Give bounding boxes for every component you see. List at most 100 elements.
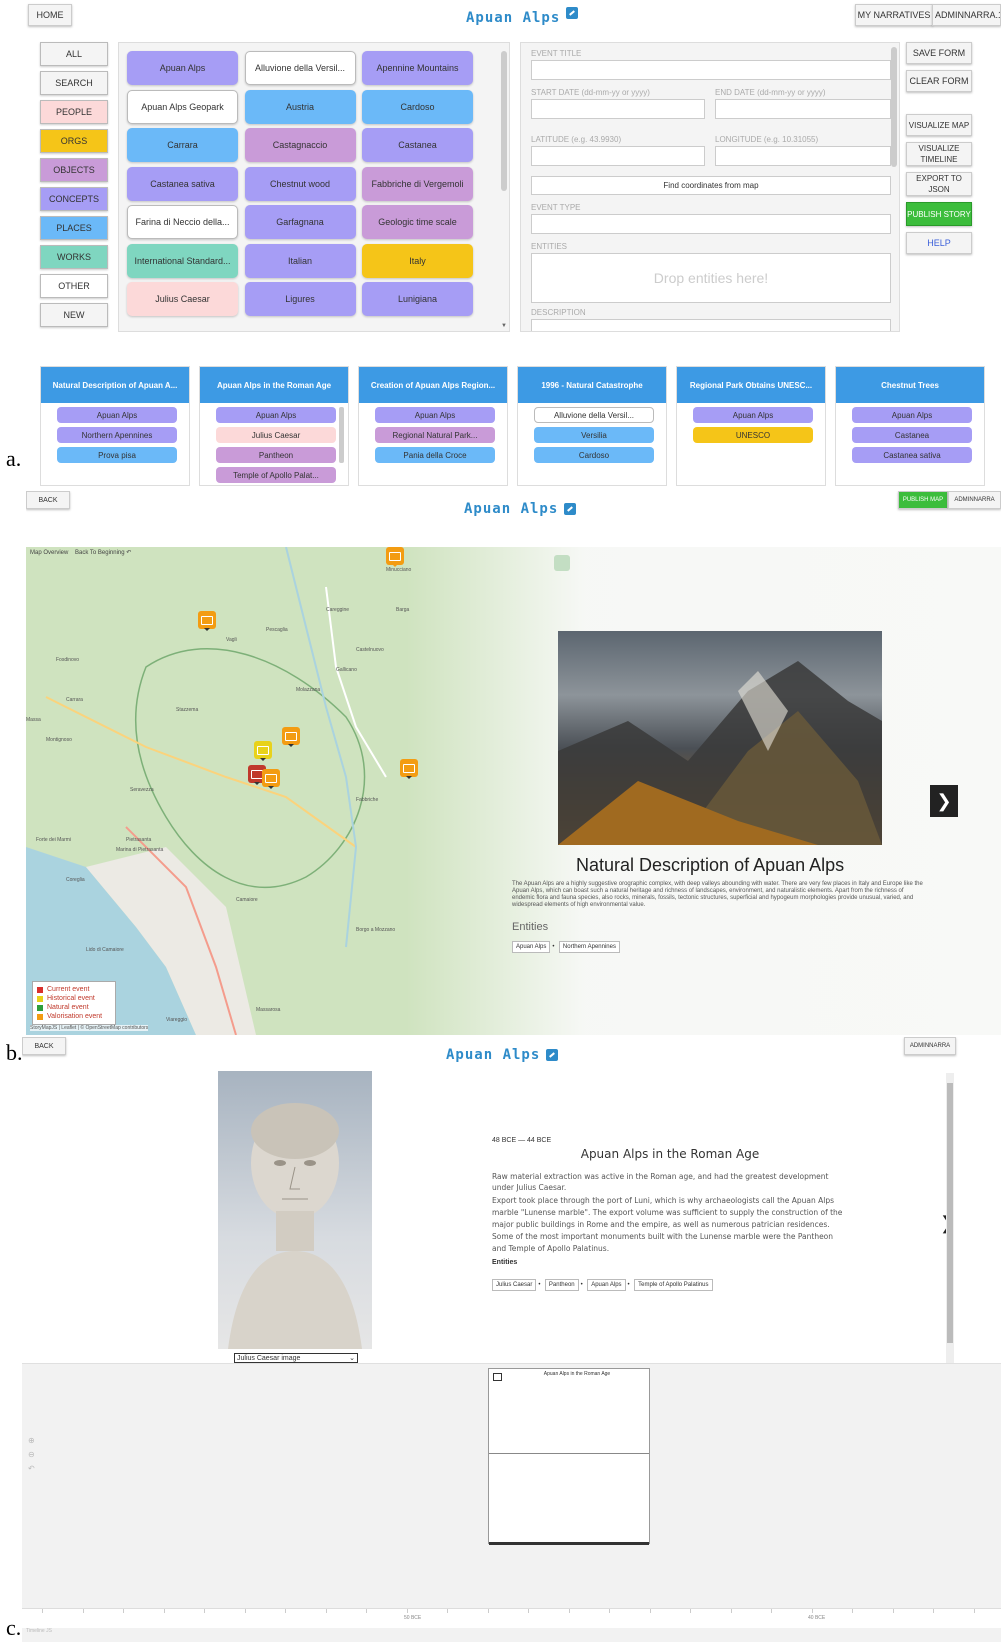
entity-chip[interactable]: Apuan Alps	[127, 51, 238, 85]
entity-chip[interactable]: Italian	[244, 243, 356, 278]
entity-chip[interactable]: Apuan Alps Geopark	[127, 89, 238, 124]
event-card-entity[interactable]: Pantheon	[216, 447, 336, 463]
entity-chip[interactable]: Lunigiana	[362, 282, 473, 316]
content-scrollbar[interactable]	[946, 1073, 954, 1363]
event-card[interactable]: Apuan Alps in the Roman Age Apuan Alps Jul…	[199, 366, 349, 486]
entity-chip[interactable]: Julius Caesar	[127, 282, 238, 316]
entity-chip[interactable]: Apennine Mountains	[362, 51, 473, 85]
entity-tag[interactable]: Northern Apennines	[558, 941, 620, 953]
entity-chip[interactable]: International Standard...	[127, 243, 238, 278]
publish-story-button[interactable]: PUBLISH STORY	[906, 202, 972, 226]
entity-chip[interactable]: Ligures	[244, 282, 356, 316]
zoom-out-icon[interactable]: ⊖	[28, 1450, 35, 1459]
save-form-button[interactable]: SAVE FORM	[906, 42, 972, 64]
map-pin-icon[interactable]	[554, 555, 570, 571]
event-card-entity[interactable]: Julius Caesar	[216, 427, 336, 443]
event-card-entity[interactable]: Apuan Alps	[852, 407, 972, 423]
map-area[interactable]: Massa Montignoso Seravezza Pietrasanta Camai…	[26, 547, 1001, 1035]
entity-chip[interactable]: Alluvione della Versil...	[244, 51, 356, 85]
back-to-start-icon[interactable]: ↶	[28, 1464, 35, 1473]
event-card-entity[interactable]: Apuan Alps	[57, 407, 177, 423]
marker-historical[interactable]	[254, 741, 272, 761]
filter-concepts[interactable]: CONCEPTS	[40, 187, 108, 211]
visualize-timeline-button[interactable]: VISUALIZE TIMELINE	[906, 142, 972, 166]
entity-chip[interactable]: Cardoso	[362, 89, 473, 124]
palette-scrollbar[interactable]	[501, 51, 507, 191]
marker-valorisation[interactable]	[386, 547, 404, 567]
event-card-entity[interactable]: Apuan Alps	[693, 407, 813, 423]
form-scrollbar[interactable]	[891, 47, 897, 167]
event-card[interactable]: 1996 - Natural Catastrophe Alluvione dell…	[517, 366, 667, 486]
event-card-entity[interactable]: Versilia	[534, 427, 654, 443]
entity-chip[interactable]: Castagnaccio	[244, 128, 356, 162]
next-slide-button[interactable]: ❯	[930, 785, 958, 817]
find-coordinates-button[interactable]: Find coordinates from map	[531, 176, 891, 195]
event-card-scrollbar[interactable]	[339, 407, 344, 463]
filter-search[interactable]: SEARCH	[40, 71, 108, 95]
event-card-entity[interactable]: Temple of Apollo Palat...	[216, 467, 336, 483]
entity-chip[interactable]: Geologic time scale	[362, 205, 473, 239]
longitude-input[interactable]	[715, 146, 891, 166]
end-date-input[interactable]	[715, 99, 891, 119]
edit-icon[interactable]	[546, 1049, 559, 1061]
help-button[interactable]: HELP	[906, 232, 972, 254]
time-axis[interactable]: 50 BCE 40 BCE	[22, 1608, 1001, 1628]
marker-valorisation[interactable]	[400, 759, 418, 779]
filter-all[interactable]: ALL	[40, 42, 108, 66]
edit-icon[interactable]	[566, 7, 579, 19]
entity-tag[interactable]: Pantheon	[544, 1279, 579, 1291]
marker-valorisation[interactable]	[282, 727, 300, 747]
event-card-entity[interactable]: Alluvione della Versil...	[534, 407, 654, 423]
event-type-select[interactable]	[531, 214, 891, 234]
marker-valorisation[interactable]	[262, 769, 280, 789]
user-menu-button-b[interactable]: ADMINNARRA	[948, 491, 1001, 509]
zoom-in-icon[interactable]: ⊕	[28, 1436, 35, 1445]
entity-chip[interactable]: Austria	[244, 89, 356, 124]
entity-tag[interactable]: Julius Caesar	[492, 1279, 537, 1291]
user-menu-button-c[interactable]: ADMINNARRA	[904, 1037, 956, 1055]
event-card-entity[interactable]: Prova pisa	[57, 447, 177, 463]
filter-works[interactable]: WORKS	[40, 245, 108, 269]
filter-orgs[interactable]: ORGS	[40, 129, 108, 153]
event-card-entity[interactable]: Northern Apennines	[57, 427, 177, 443]
entity-chip[interactable]: Fabbriche di Vergemoli	[362, 166, 473, 201]
clear-form-button[interactable]: CLEAR FORM	[906, 70, 972, 92]
home-button[interactable]: HOME	[28, 4, 72, 26]
export-json-button[interactable]: EXPORT TO JSON	[906, 172, 972, 196]
marker-valorisation[interactable]	[198, 611, 216, 631]
entity-tag[interactable]: Apuan Alps	[512, 941, 551, 953]
filter-places[interactable]: PLACES	[40, 216, 108, 240]
back-button-c[interactable]: BACK	[22, 1037, 66, 1055]
my-narratives-button[interactable]: MY NARRATIVES	[855, 4, 933, 26]
undo-icon[interactable]: ↶	[126, 550, 131, 556]
filter-objects[interactable]: OBJECTS	[40, 158, 108, 182]
entity-chip[interactable]: Castanea	[362, 128, 473, 162]
entity-chip[interactable]: Italy	[362, 243, 473, 278]
event-card-entity[interactable]: Apuan Alps	[216, 407, 336, 423]
timeline-event-card[interactable]: Apuan Alps in the Roman Age	[488, 1368, 650, 1545]
entities-dropzone[interactable]: Drop entities here!	[531, 253, 891, 303]
entity-tag[interactable]: Apuan Alps	[587, 1279, 626, 1291]
entity-chip[interactable]: Farina di Neccio della...	[127, 205, 238, 239]
entity-chip[interactable]: Garfagnana	[244, 205, 356, 239]
event-card[interactable]: Creation of Apuan Alps Region... Apuan Al…	[358, 366, 508, 486]
latitude-input[interactable]	[531, 146, 705, 166]
image-select[interactable]: Julius Caesar image ⌄	[234, 1353, 358, 1363]
entity-chip[interactable]: Carrara	[127, 128, 238, 162]
publish-map-button[interactable]: PUBLISH MAP	[898, 491, 948, 509]
palette-scroll-down-icon[interactable]: ▼	[501, 323, 507, 329]
back-button[interactable]: BACK	[26, 491, 70, 509]
event-card[interactable]: Regional Park Obtains UNESC... Apuan Alps…	[676, 366, 826, 486]
visualize-map-button[interactable]: VISUALIZE MAP	[906, 114, 972, 136]
description-input[interactable]	[531, 319, 891, 331]
scrollbar-thumb[interactable]	[947, 1083, 953, 1343]
edit-icon[interactable]	[564, 503, 577, 515]
user-menu-button[interactable]: ADMINNARRA.1	[932, 4, 1001, 26]
event-card-entity[interactable]: Castanea	[852, 427, 972, 443]
event-title-input[interactable]	[531, 60, 891, 80]
filter-people[interactable]: PEOPLE	[40, 100, 108, 124]
filter-other[interactable]: OTHER	[40, 274, 108, 298]
event-card-entity[interactable]: Cardoso	[534, 447, 654, 463]
event-card[interactable]: Chestnut Trees Apuan Alps Castanea Castanea…	[835, 366, 985, 486]
entity-tag[interactable]: Temple of Apollo Palatinus	[634, 1279, 713, 1291]
